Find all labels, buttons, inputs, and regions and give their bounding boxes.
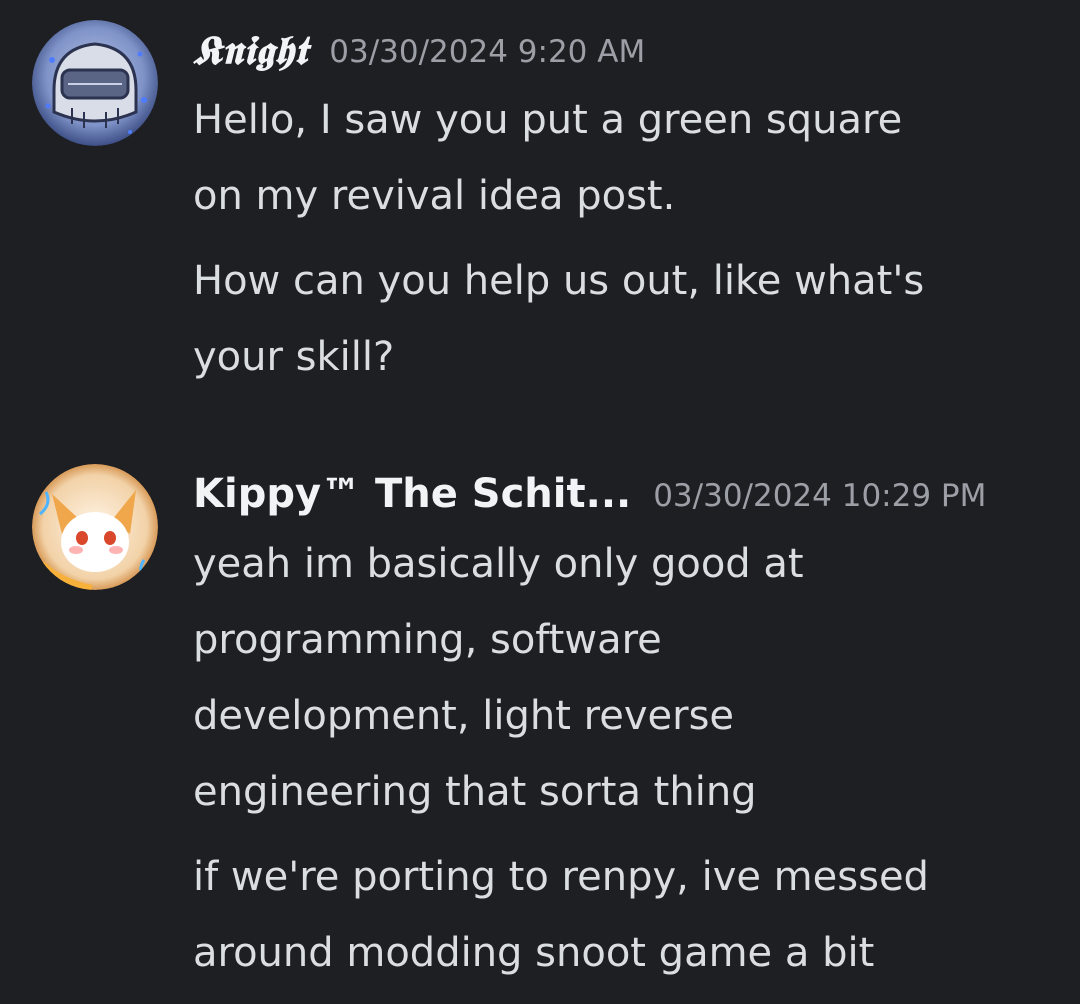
user-avatar-image bbox=[32, 20, 158, 146]
message-text-line: yeah im basically only good at bbox=[193, 541, 804, 587]
message-text-line: if we're porting to renpy, ive messed bbox=[193, 854, 929, 900]
message-text-line: development, light reverse bbox=[193, 693, 735, 739]
username[interactable]: Kippy™ The Schit... bbox=[193, 471, 631, 517]
message-text-line: How can you help us out, like what's bbox=[193, 258, 925, 304]
message-text-line: around modding snoot game a bit bbox=[193, 930, 875, 976]
user-avatar-image bbox=[32, 464, 158, 590]
username[interactable]: 𝕶𝖓𝖎𝖌𝖍𝖙 bbox=[193, 27, 307, 74]
message-content: Kippy™ The Schit... 03/30/2024 10:29 PM … bbox=[193, 462, 1063, 991]
message-header: 𝕶𝖓𝖎𝖌𝖍𝖙 03/30/2024 9:20 AM bbox=[193, 18, 1063, 82]
avatar[interactable] bbox=[32, 20, 158, 146]
timestamp: 03/30/2024 10:29 PM bbox=[653, 478, 987, 514]
message-text-line: on my revival idea post. bbox=[193, 173, 676, 219]
message-text-line: engineering that sorta thing bbox=[193, 769, 757, 815]
avatar[interactable] bbox=[32, 464, 158, 590]
chat-message-list: 𝕶𝖓𝖎𝖌𝖍𝖙 03/30/2024 9:20 AM Hello, I saw y… bbox=[0, 0, 1080, 1004]
message-text-line: your skill? bbox=[193, 334, 395, 380]
message-content: 𝕶𝖓𝖎𝖌𝖍𝖙 03/30/2024 9:20 AM Hello, I saw y… bbox=[193, 18, 1063, 395]
message-text-line: Hello, I saw you put a green square bbox=[193, 97, 903, 143]
timestamp: 03/30/2024 9:20 AM bbox=[329, 34, 646, 70]
message-text-line: programming, software bbox=[193, 617, 662, 663]
message-header: Kippy™ The Schit... 03/30/2024 10:29 PM bbox=[193, 462, 1063, 526]
